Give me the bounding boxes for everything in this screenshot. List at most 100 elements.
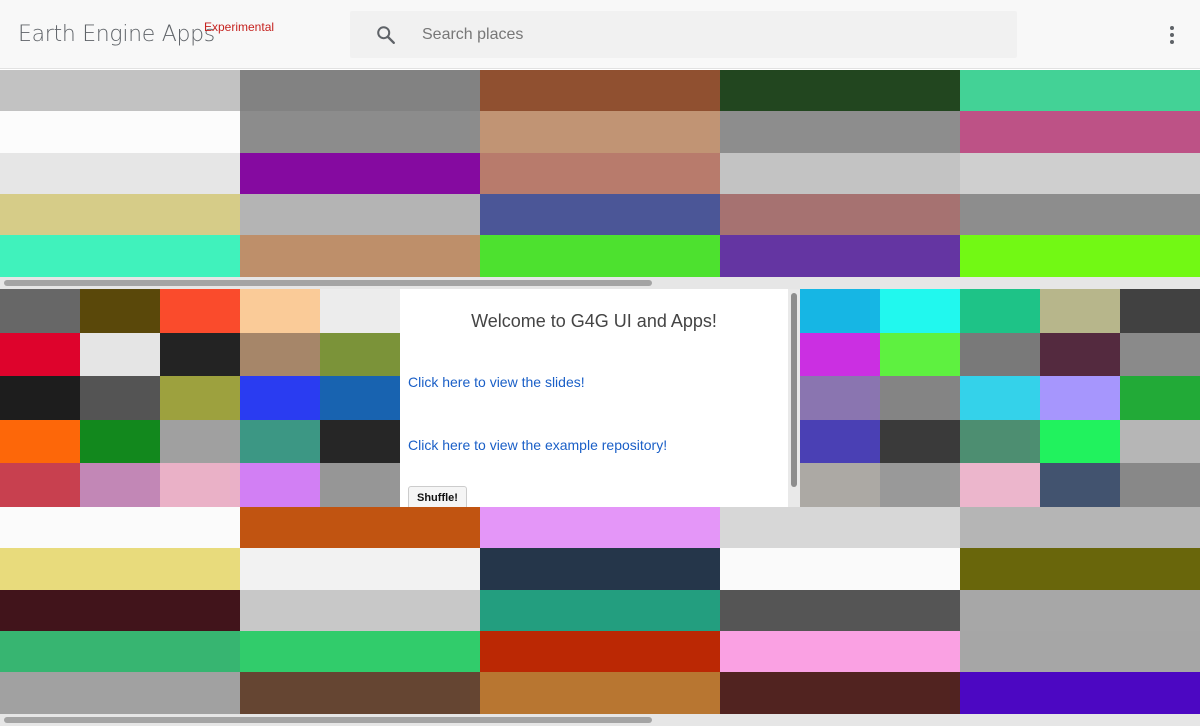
search-input[interactable] <box>422 11 1002 58</box>
color-swatch <box>240 463 320 507</box>
shuffle-button[interactable]: Shuffle! <box>408 486 467 507</box>
color-swatch <box>720 548 960 590</box>
color-swatch <box>480 590 720 631</box>
color-swatch <box>480 548 720 590</box>
color-swatch <box>240 111 480 153</box>
search-icon[interactable] <box>375 24 397 46</box>
color-swatch <box>1120 420 1200 463</box>
color-swatch <box>1120 463 1200 507</box>
color-swatch <box>480 194 720 235</box>
color-swatch <box>0 420 80 463</box>
app-title[interactable]: Earth Engine Apps <box>18 22 215 47</box>
color-swatch <box>240 153 480 194</box>
horizontal-scrollbar-bottom[interactable] <box>0 714 1200 726</box>
color-swatch <box>80 289 160 333</box>
color-swatch <box>0 463 80 507</box>
color-swatch <box>960 376 1040 420</box>
color-swatch <box>960 631 1200 672</box>
color-swatch <box>240 333 320 376</box>
color-swatch <box>0 333 80 376</box>
scrollbar-thumb[interactable] <box>4 280 652 286</box>
color-swatch <box>320 376 400 420</box>
welcome-panel: Welcome to G4G UI and Apps! Click here t… <box>400 289 800 507</box>
horizontal-scrollbar-top[interactable] <box>0 277 1200 289</box>
color-swatch <box>1120 333 1200 376</box>
color-swatch <box>80 376 160 420</box>
color-swatch <box>0 235 240 277</box>
color-grid-bottom <box>0 507 1200 714</box>
color-swatch <box>960 70 1200 111</box>
color-swatch <box>240 420 320 463</box>
color-swatch <box>160 333 240 376</box>
color-swatch <box>480 672 720 714</box>
color-swatch <box>0 590 240 631</box>
color-swatch <box>880 420 960 463</box>
color-swatch <box>720 672 960 714</box>
scrollbar-thumb[interactable] <box>791 293 797 487</box>
color-grid-left <box>0 289 400 507</box>
color-swatch <box>720 235 960 277</box>
repository-link[interactable]: Click here to view the example repositor… <box>408 437 667 453</box>
color-swatch <box>960 111 1200 153</box>
color-swatch <box>1120 289 1200 333</box>
color-swatch <box>240 235 480 277</box>
color-swatch <box>960 235 1200 277</box>
color-swatch <box>960 463 1040 507</box>
color-swatch <box>0 153 240 194</box>
color-swatch <box>480 631 720 672</box>
color-swatch <box>0 672 240 714</box>
color-swatch <box>960 672 1200 714</box>
color-swatch <box>240 507 480 548</box>
slides-link[interactable]: Click here to view the slides! <box>408 374 585 390</box>
color-swatch <box>80 333 160 376</box>
color-swatch <box>720 194 960 235</box>
color-swatch <box>0 289 80 333</box>
color-swatch <box>880 376 960 420</box>
color-swatch <box>960 289 1040 333</box>
search-box[interactable] <box>350 11 1017 58</box>
color-swatch <box>0 376 80 420</box>
color-swatch <box>800 289 880 333</box>
color-swatch <box>160 289 240 333</box>
color-swatch <box>880 333 960 376</box>
color-grid-right <box>800 289 1200 507</box>
color-swatch <box>1040 420 1120 463</box>
color-swatch <box>1040 376 1120 420</box>
color-swatch <box>160 463 240 507</box>
color-swatch <box>320 463 400 507</box>
color-swatch <box>80 463 160 507</box>
color-swatch <box>480 507 720 548</box>
color-swatch <box>720 153 960 194</box>
color-swatch <box>240 289 320 333</box>
panel-vertical-scrollbar[interactable] <box>788 289 800 507</box>
color-swatch <box>0 111 240 153</box>
color-swatch <box>240 672 480 714</box>
color-swatch <box>480 235 720 277</box>
color-swatch <box>1120 376 1200 420</box>
color-swatch <box>960 420 1040 463</box>
color-swatch <box>240 631 480 672</box>
color-swatch <box>480 70 720 111</box>
color-swatch <box>800 333 880 376</box>
color-swatch <box>240 194 480 235</box>
color-swatch <box>320 289 400 333</box>
color-swatch <box>880 463 960 507</box>
color-swatch <box>880 289 960 333</box>
color-swatch <box>1040 289 1120 333</box>
color-swatch <box>240 70 480 111</box>
color-swatch <box>0 548 240 590</box>
color-swatch <box>160 376 240 420</box>
color-swatch <box>320 333 400 376</box>
color-swatch <box>960 590 1200 631</box>
color-swatch <box>1040 463 1120 507</box>
color-swatch <box>960 507 1200 548</box>
color-swatch <box>720 631 960 672</box>
color-swatch <box>0 507 240 548</box>
scrollbar-thumb[interactable] <box>4 717 652 723</box>
more-vert-icon[interactable] <box>1162 24 1182 46</box>
color-swatch <box>720 111 960 153</box>
color-swatch <box>80 420 160 463</box>
app-header: Earth Engine Apps Experimental <box>0 0 1200 69</box>
color-swatch <box>0 631 240 672</box>
color-swatch <box>240 376 320 420</box>
